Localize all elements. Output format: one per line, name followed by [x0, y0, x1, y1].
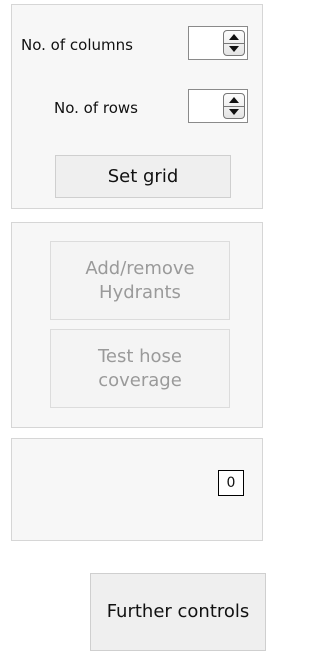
columns-input[interactable] [189, 27, 223, 59]
arrow-up-icon [229, 97, 239, 103]
columns-spinner[interactable] [188, 26, 248, 60]
columns-label: No. of columns [21, 36, 133, 54]
arrow-down-icon [229, 109, 239, 115]
add-remove-hydrants-button[interactable]: Add/remove Hydrants [50, 241, 230, 320]
test-hose-coverage-button[interactable]: Test hose coverage [50, 329, 230, 408]
columns-spinner-buttons[interactable] [223, 30, 245, 56]
rows-input[interactable] [189, 90, 223, 122]
rows-spinner[interactable] [188, 89, 248, 123]
columns-decrement-button[interactable] [224, 43, 244, 55]
set-grid-button[interactable]: Set grid [55, 155, 231, 198]
arrow-down-icon [229, 46, 239, 52]
rows-spinner-buttons[interactable] [223, 93, 245, 119]
arrow-up-icon [229, 34, 239, 40]
rows-decrement-button[interactable] [224, 106, 244, 118]
further-controls-button[interactable]: Further controls [90, 573, 266, 651]
rows-label: No. of rows [54, 99, 138, 117]
columns-increment-button[interactable] [224, 31, 244, 43]
rows-increment-button[interactable] [224, 94, 244, 106]
hydrant-count-display: 0 [218, 470, 244, 496]
